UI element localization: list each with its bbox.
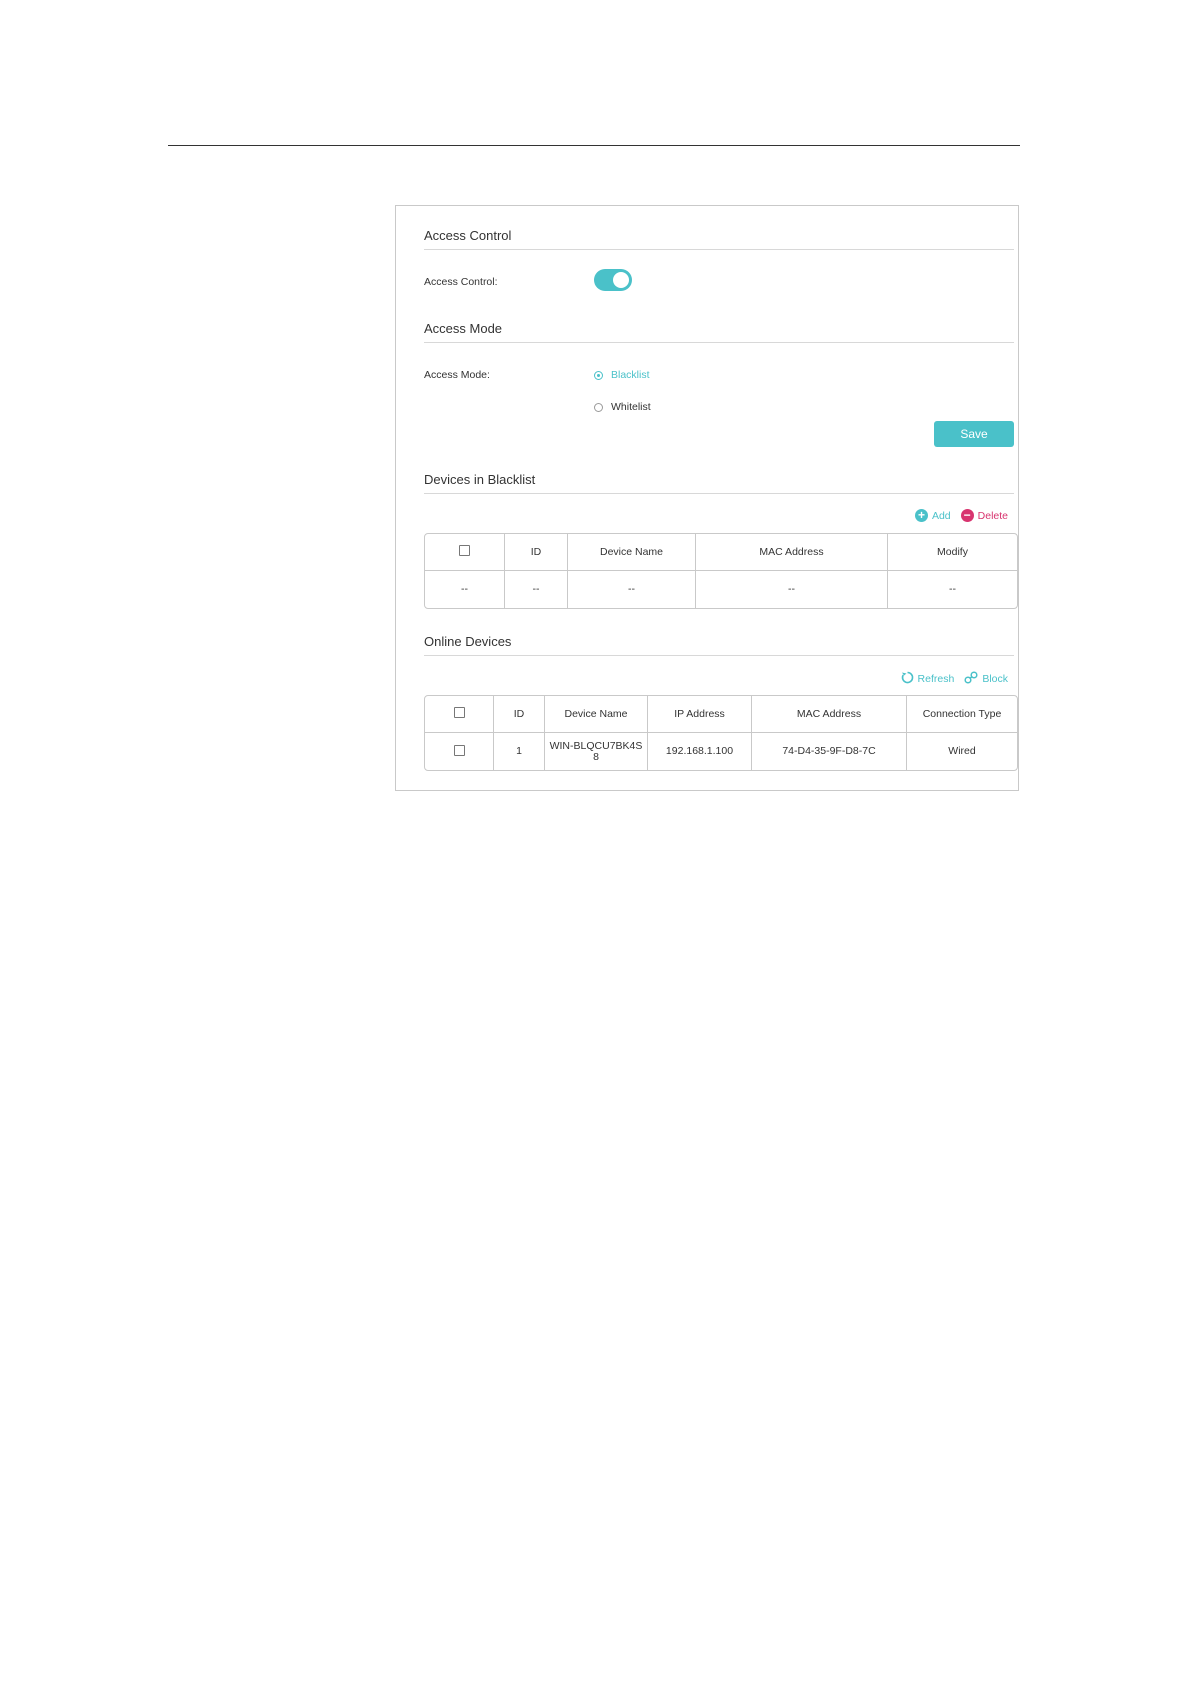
online-cell-ip: 192.168.1.100 bbox=[648, 733, 752, 770]
radio-whitelist-button[interactable] bbox=[594, 402, 603, 412]
blacklist-cell: -- bbox=[696, 571, 888, 608]
section-title-access-control: Access Control bbox=[424, 228, 1014, 250]
delete-button[interactable]: − Delete bbox=[960, 509, 1008, 522]
online-col-id: ID bbox=[494, 696, 545, 733]
delete-label: Delete bbox=[977, 509, 1008, 522]
radio-whitelist[interactable]: Whitelist bbox=[594, 401, 651, 413]
radio-blacklist-label: Blacklist bbox=[611, 369, 650, 381]
block-label: Block bbox=[982, 673, 1008, 685]
refresh-icon bbox=[901, 671, 914, 687]
table-row: -- -- -- -- -- bbox=[425, 571, 1017, 608]
online-cell-connection-type: Wired bbox=[948, 745, 976, 757]
radio-whitelist-label: Whitelist bbox=[611, 401, 651, 413]
access-control-panel: Access Control Access Control: Access Mo… bbox=[395, 205, 1019, 791]
refresh-button[interactable]: Refresh bbox=[901, 671, 955, 687]
blacklist-header-row: ID Device Name MAC Address Modify bbox=[425, 534, 1017, 571]
save-button[interactable]: Save bbox=[934, 421, 1014, 447]
blacklist-cell: -- bbox=[505, 571, 568, 608]
access-control-label: Access Control: bbox=[424, 276, 498, 288]
section-title-online-devices: Online Devices bbox=[424, 634, 1014, 656]
link-icon bbox=[964, 671, 978, 687]
online-header-row: ID Device Name IP Address MAC Address Co… bbox=[425, 696, 1017, 733]
refresh-label: Refresh bbox=[917, 673, 955, 685]
online-col-connection-type: Connection Type bbox=[907, 696, 1017, 733]
online-cell-device-name: WIN-BLQCU7BK4S8 bbox=[545, 733, 648, 770]
blacklist-select-all-checkbox[interactable] bbox=[459, 545, 470, 556]
toggle-knob bbox=[613, 272, 629, 288]
radio-blacklist[interactable]: Blacklist bbox=[594, 369, 650, 381]
delete-icon: − bbox=[960, 509, 974, 522]
section-title-blacklist: Devices in Blacklist bbox=[424, 472, 1014, 494]
blacklist-table: ID Device Name MAC Address Modify -- -- … bbox=[424, 533, 1018, 609]
block-button[interactable]: Block bbox=[964, 671, 1008, 687]
access-control-toggle[interactable] bbox=[594, 269, 632, 291]
online-select-all-cell bbox=[425, 696, 494, 733]
page-top-rule bbox=[168, 145, 1020, 146]
add-button[interactable]: + Add bbox=[914, 509, 951, 522]
add-icon: + bbox=[914, 509, 928, 522]
radio-blacklist-button[interactable] bbox=[594, 370, 603, 380]
blacklist-cell: -- bbox=[568, 571, 696, 608]
blacklist-col-id: ID bbox=[505, 534, 568, 571]
blacklist-col-device-name: Device Name bbox=[568, 534, 696, 571]
online-action-bar: Refresh Block bbox=[901, 671, 1008, 687]
blacklist-col-mac: MAC Address bbox=[696, 534, 888, 571]
online-select-all-checkbox[interactable] bbox=[453, 707, 465, 718]
blacklist-select-all-cell bbox=[425, 534, 505, 571]
blacklist-action-bar: + Add − Delete bbox=[914, 509, 1008, 522]
online-col-device-name: Device Name bbox=[545, 696, 648, 733]
blacklist-cell: -- bbox=[425, 571, 505, 608]
table-row: 1 WIN-BLQCU7BK4S8 192.168.1.100 74-D4-35… bbox=[425, 733, 1017, 770]
online-col-ip: IP Address bbox=[648, 696, 752, 733]
online-row-checkbox[interactable] bbox=[453, 744, 465, 756]
blacklist-col-modify: Modify bbox=[888, 534, 1017, 571]
online-devices-table: ID Device Name IP Address MAC Address Co… bbox=[424, 695, 1018, 771]
add-label: Add bbox=[931, 509, 951, 522]
online-col-mac: MAC Address bbox=[752, 696, 907, 733]
section-title-access-mode: Access Mode bbox=[424, 321, 1014, 343]
online-cell-mac: 74-D4-35-9F-D8-7C bbox=[752, 733, 907, 770]
blacklist-cell: -- bbox=[949, 583, 956, 595]
online-cell-id: 1 bbox=[494, 733, 545, 770]
online-row-select-cell bbox=[425, 733, 494, 770]
access-mode-label: Access Mode: bbox=[424, 369, 490, 381]
